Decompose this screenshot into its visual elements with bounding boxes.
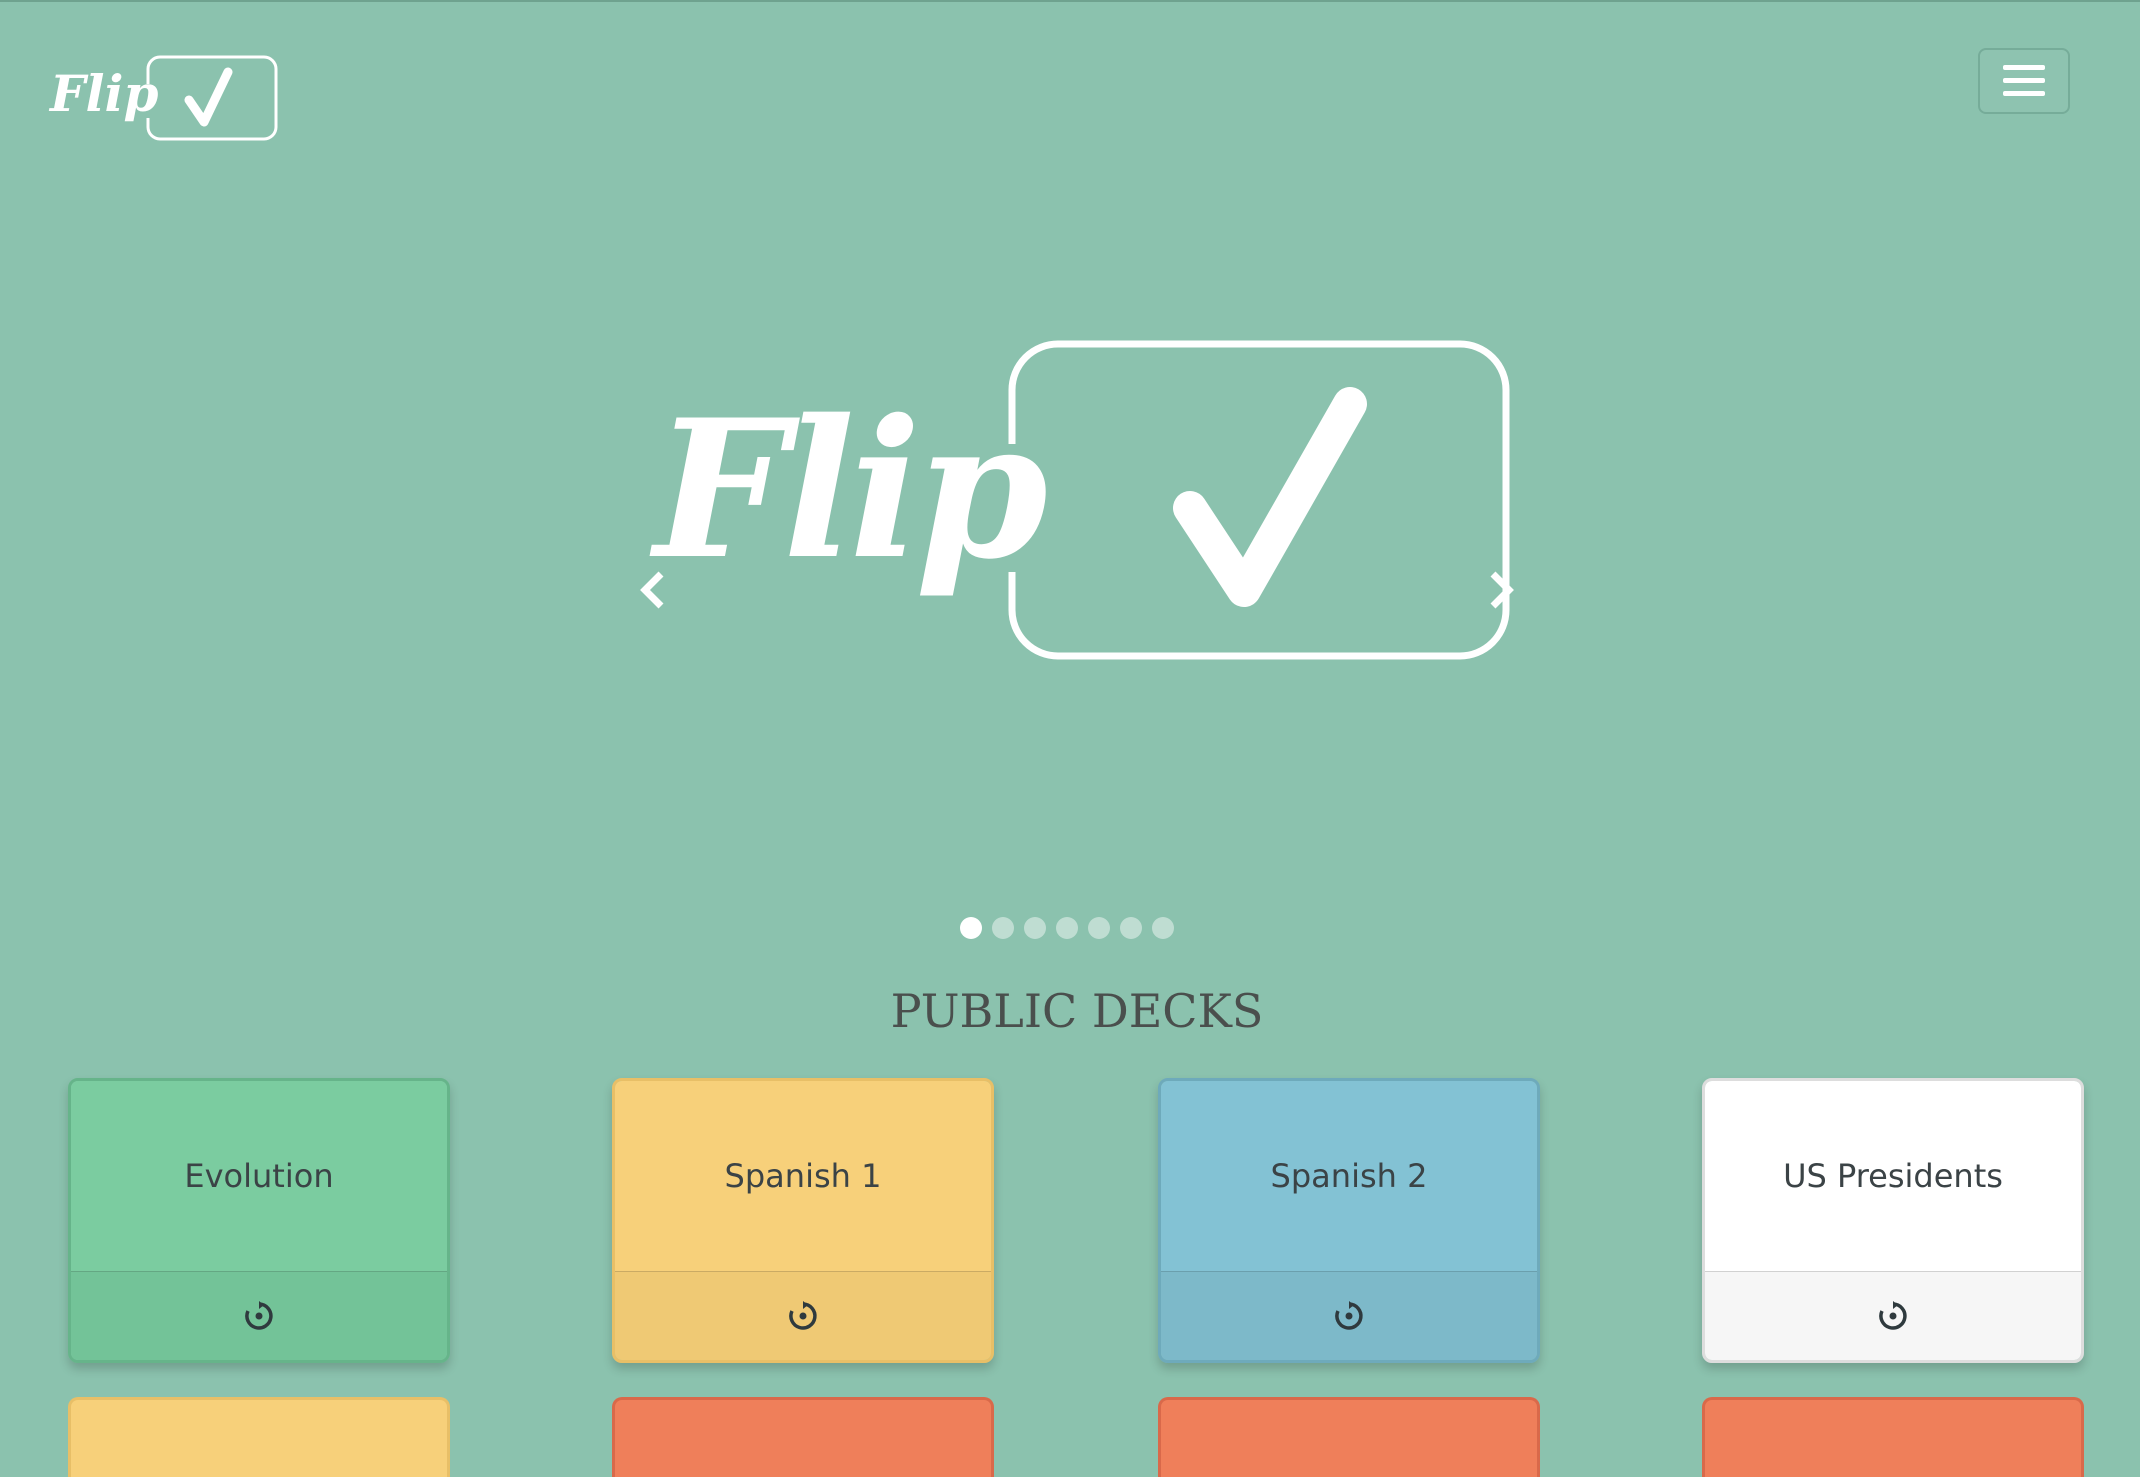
carousel-indicator-1[interactable] — [960, 917, 982, 939]
deck-card-us-presidents[interactable]: US Presidents — [1702, 1078, 2084, 1363]
deck-title: Spanish 1 — [615, 1081, 991, 1272]
deck-title: Spanish 2 — [1161, 1081, 1537, 1272]
chevron-left-icon — [640, 571, 664, 609]
deck-footer — [1705, 1272, 2081, 1360]
hero-logo-image: Flip — [649, 340, 1510, 660]
flip-icon[interactable] — [787, 1300, 819, 1332]
deck-card-spanish-2[interactable]: Spanish 2 — [1158, 1078, 1540, 1363]
carousel-indicator-2[interactable] — [992, 917, 1014, 939]
carousel-indicator-6[interactable] — [1120, 917, 1142, 939]
flip-icon[interactable] — [1877, 1300, 1909, 1332]
menu-toggle-button[interactable] — [1978, 48, 2070, 114]
deck-footer — [71, 1272, 447, 1360]
chevron-right-icon — [1490, 571, 1514, 609]
deck-title: Evolution — [71, 1081, 447, 1272]
carousel-indicator-4[interactable] — [1056, 917, 1078, 939]
deck-card-row2-4[interactable] — [1702, 1397, 2084, 1477]
carousel-indicator-5[interactable] — [1088, 917, 1110, 939]
brand-logo-link[interactable]: Flip — [48, 54, 288, 144]
deck-card-spanish-1[interactable]: Spanish 1 — [612, 1078, 994, 1363]
deck-card-row2-3[interactable] — [1158, 1397, 1540, 1477]
hamburger-icon — [2003, 65, 2045, 96]
carousel-next-button[interactable] — [1482, 560, 1522, 620]
carousel-indicators — [960, 916, 1190, 940]
deck-footer — [1161, 1272, 1537, 1360]
flip-icon[interactable] — [243, 1300, 275, 1332]
hero-logo-text: Flip — [649, 378, 1046, 601]
flip-icon[interactable] — [1333, 1300, 1365, 1332]
deck-card-row2-2[interactable] — [612, 1397, 994, 1477]
carousel-indicator-7[interactable] — [1152, 917, 1174, 939]
brand-logo-text: Flip — [48, 64, 158, 123]
deck-card-evolution[interactable]: Evolution — [68, 1078, 450, 1363]
carousel-prev-button[interactable] — [632, 560, 672, 620]
brand-logo-icon: Flip — [48, 55, 278, 141]
deck-card-row2-1[interactable] — [68, 1397, 450, 1477]
top-border — [0, 0, 2140, 2]
carousel-indicator-3[interactable] — [1024, 917, 1046, 939]
deck-title: US Presidents — [1705, 1081, 2081, 1272]
hero-carousel: Flip — [620, 320, 1520, 700]
public-decks-heading: PUBLIC DECKS — [890, 984, 1264, 1038]
deck-footer — [615, 1272, 991, 1360]
